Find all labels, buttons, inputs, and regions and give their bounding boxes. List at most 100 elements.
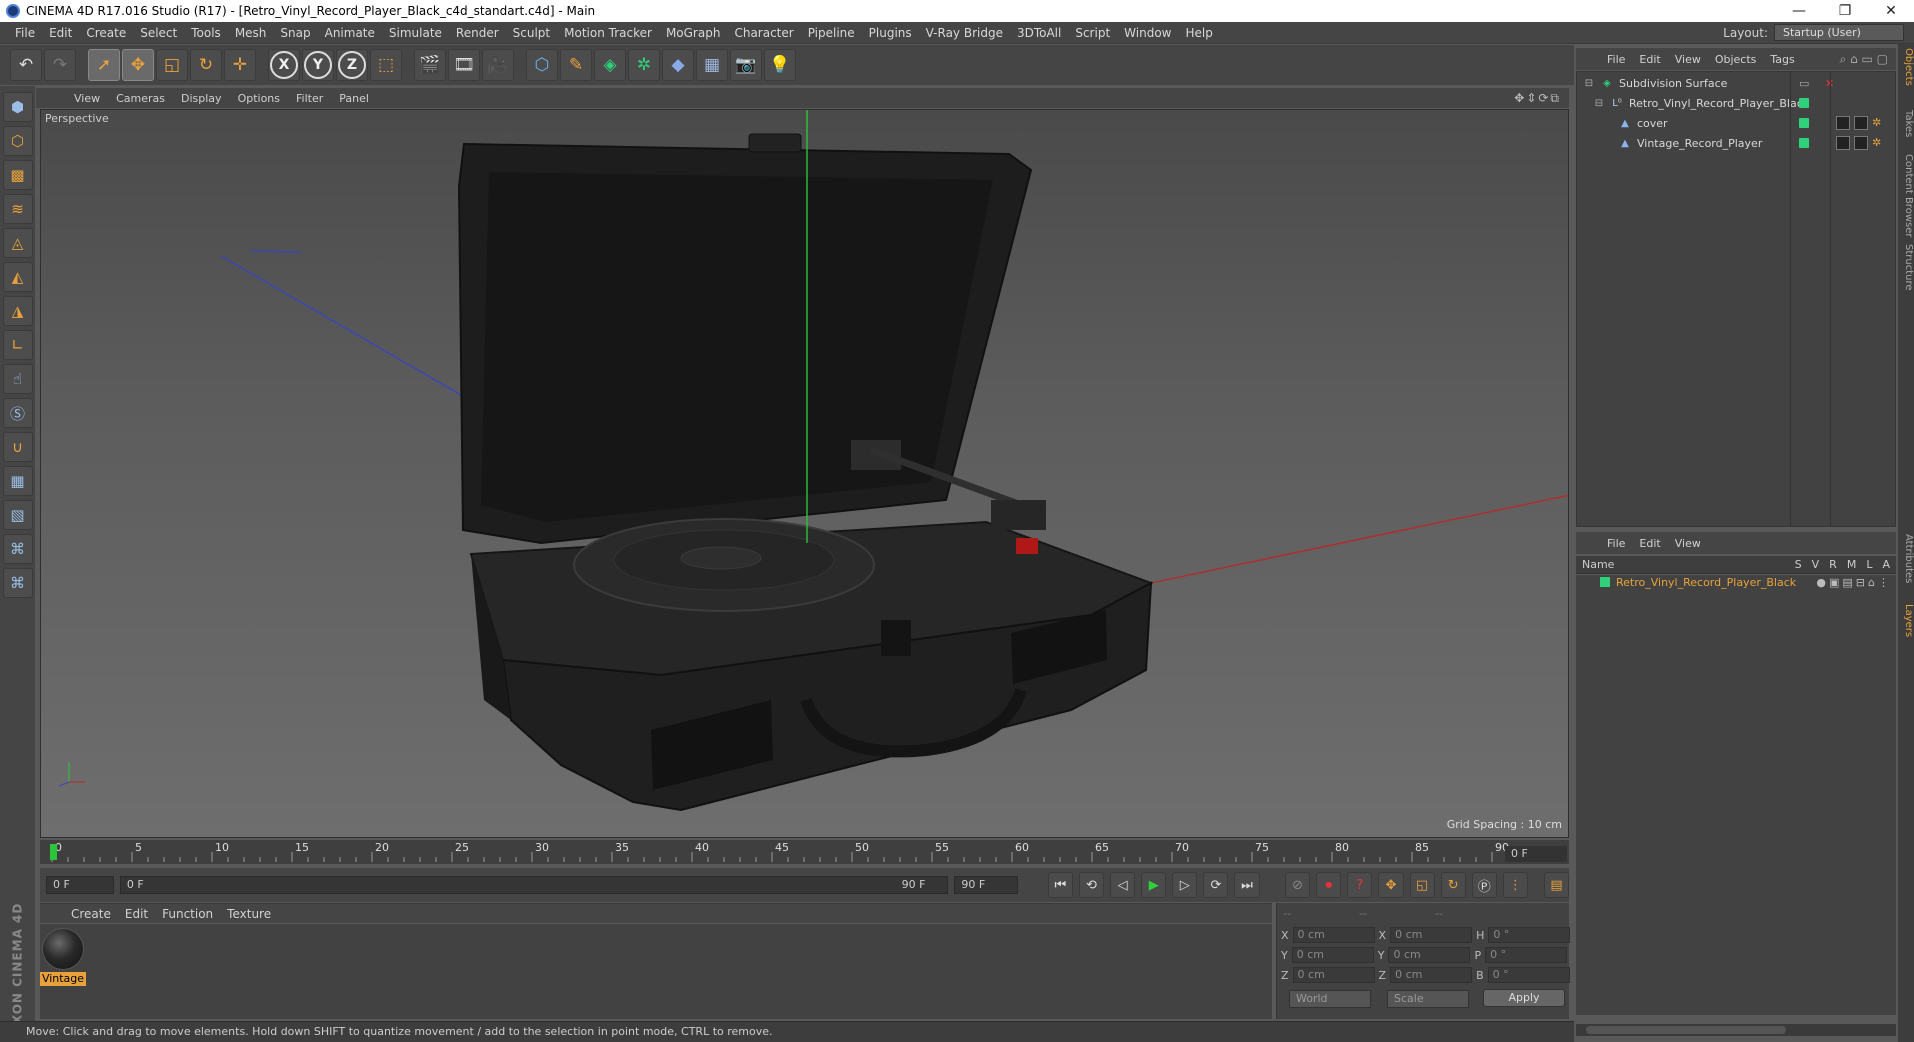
viewport-menu-panel[interactable]: Panel xyxy=(331,92,377,105)
next-key-icon[interactable]: ⟳ xyxy=(1203,872,1229,898)
apply-button[interactable]: Apply xyxy=(1483,989,1565,1007)
menu-window[interactable]: Window xyxy=(1117,26,1178,40)
object-row-vintage-record-player[interactable]: ▲ Vintage_Record_Player ✲ xyxy=(1577,134,1897,152)
model-mode-icon[interactable]: ⬡ xyxy=(2,126,33,156)
previous-key-icon[interactable]: ⟲ xyxy=(1078,872,1105,898)
pen-spline-icon[interactable]: ✎ xyxy=(560,49,592,81)
position-x-field[interactable]: 0 cm xyxy=(1292,927,1375,943)
material-manager-area[interactable] xyxy=(40,924,1272,1019)
object-menu-objects[interactable]: Objects xyxy=(1708,53,1764,66)
menu-simulate[interactable]: Simulate xyxy=(382,26,449,40)
material-menu-texture[interactable]: Texture xyxy=(220,907,278,921)
minimize-button[interactable]: — xyxy=(1776,0,1822,22)
make-editable-icon[interactable]: ⬢ xyxy=(2,92,33,122)
key-scale-icon[interactable]: ◱ xyxy=(1409,872,1435,898)
layout-select[interactable]: Startup (User) xyxy=(1774,24,1904,41)
tab-attributes[interactable]: Attributes xyxy=(1898,534,1914,583)
viewport-menu-filter[interactable]: Filter xyxy=(288,92,331,105)
layer-menu-view[interactable]: View xyxy=(1668,537,1708,550)
layer-col-locked[interactable]: L xyxy=(1866,558,1872,571)
record-key-disabled-icon[interactable]: ⊘ xyxy=(1285,872,1311,898)
tab-layers[interactable]: Layers xyxy=(1898,604,1914,637)
rotate-tool-icon[interactable]: ↻ xyxy=(190,49,222,81)
edges-mode-icon[interactable]: ◭ xyxy=(2,262,33,292)
layer-color-swatch[interactable] xyxy=(1600,577,1610,587)
rotation-p-field[interactable]: 0 ° xyxy=(1485,947,1568,963)
key-point-level-icon[interactable]: ⋮ xyxy=(1502,872,1528,898)
menu-pipeline[interactable]: Pipeline xyxy=(801,26,862,40)
menu-mograph[interactable]: MoGraph xyxy=(659,26,728,40)
material-tag-icon[interactable] xyxy=(1836,116,1850,130)
menu-snap[interactable]: Snap xyxy=(273,26,317,40)
x-axis-lock-icon[interactable]: X xyxy=(268,49,300,81)
redo-icon[interactable]: ↷ xyxy=(44,49,76,81)
horizontal-scrollbar[interactable] xyxy=(1576,1024,1896,1036)
layer-toggle-icons[interactable]: ●▣▤⊟⌂⋮ xyxy=(1816,576,1892,589)
python-icon[interactable]: ⌘ xyxy=(2,534,33,564)
polygons-mode-icon[interactable]: ◮ xyxy=(2,296,33,326)
menu-edit[interactable]: Edit xyxy=(42,26,79,40)
tab-takes[interactable]: Takes xyxy=(1898,110,1914,137)
rotation-b-field[interactable]: 0 ° xyxy=(1487,967,1570,983)
size-mode-select[interactable]: Scale xyxy=(1387,990,1469,1008)
material-preview-vintage[interactable] xyxy=(42,928,84,970)
layer-col-view[interactable]: V xyxy=(1812,558,1820,571)
solo-mode-icon[interactable]: Ⓢ xyxy=(2,398,33,428)
layer-col-manager[interactable]: M xyxy=(1847,558,1857,571)
material-menu-create[interactable]: Create xyxy=(64,907,118,921)
phong-tag-icon[interactable]: ✲ xyxy=(1872,136,1886,150)
size-z-field[interactable]: 0 cm xyxy=(1390,967,1473,983)
collapse-toggle-icon[interactable]: ⊟ xyxy=(1593,97,1605,109)
select-tool-icon[interactable]: ➚ xyxy=(88,49,120,81)
play-icon[interactable]: ▶ xyxy=(1141,872,1167,898)
subdivision-generator-icon[interactable]: ◈ xyxy=(594,49,626,81)
previous-frame-icon[interactable]: ◁ xyxy=(1110,872,1136,898)
rotation-h-field[interactable]: 0 ° xyxy=(1488,927,1571,943)
viewport-menu-view[interactable]: View xyxy=(66,92,108,105)
next-frame-icon[interactable]: ▷ xyxy=(1172,872,1198,898)
menu-sculpt[interactable]: Sculpt xyxy=(506,26,557,40)
viewport-menu-display[interactable]: Display xyxy=(173,92,230,105)
multi-tool-icon[interactable]: ✛ xyxy=(224,49,256,81)
go-to-end-icon[interactable]: ⏭ xyxy=(1234,872,1260,898)
python-script-icon[interactable]: ⌘ xyxy=(2,568,33,598)
tweak-mode-icon[interactable]: ☝ xyxy=(2,364,33,394)
viewport-navigation-icons[interactable]: ✥⇕⟳⧉ xyxy=(1514,91,1569,106)
menu-select[interactable]: Select xyxy=(133,26,184,40)
menu-tools[interactable]: Tools xyxy=(184,26,228,40)
deformer-icon[interactable]: ◆ xyxy=(662,49,694,81)
undo-icon[interactable]: ↶ xyxy=(10,49,42,81)
object-row-retro-vinyl[interactable]: ⊟ L⁰ Retro_Vinyl_Record_Player_Black xyxy=(1577,94,1897,112)
scrollbar-thumb[interactable] xyxy=(1586,1026,1786,1034)
texture-tag-icon[interactable] xyxy=(1854,116,1868,130)
array-generator-icon[interactable]: ✲ xyxy=(628,49,660,81)
key-position-icon[interactable]: ✥ xyxy=(1378,872,1404,898)
viewport-menu-cameras[interactable]: Cameras xyxy=(108,92,173,105)
collapse-toggle-icon[interactable]: ⊟ xyxy=(1583,77,1595,89)
frame-range-slider[interactable]: 0 F 90 F xyxy=(119,876,949,894)
snap-icon[interactable]: ∪ xyxy=(2,432,33,462)
object-menu-edit[interactable]: Edit xyxy=(1632,53,1667,66)
timeline-ruler[interactable]: 0 5 10 15 20 25 30 35 40 45 50 55 60 65 70 75 80 85 90 xyxy=(40,840,1569,864)
menu-character[interactable]: Character xyxy=(727,26,800,40)
tab-objects[interactable]: Objects xyxy=(1898,48,1914,86)
key-rotation-icon[interactable]: ↻ xyxy=(1440,872,1466,898)
go-to-start-icon[interactable]: ⏮ xyxy=(1047,872,1073,898)
menu-script[interactable]: Script xyxy=(1068,26,1117,40)
material-menu-edit[interactable]: Edit xyxy=(118,907,155,921)
menu-plugins[interactable]: Plugins xyxy=(862,26,919,40)
start-frame-field[interactable]: 0 F xyxy=(46,876,114,894)
layer-color-dot[interactable] xyxy=(1799,118,1809,128)
material-tag-icon[interactable] xyxy=(1836,136,1850,150)
render-settings-icon[interactable]: 🎥 xyxy=(482,49,514,81)
tab-structure[interactable]: Structure xyxy=(1898,244,1914,291)
object-row-cover[interactable]: ▲ cover ✲ xyxy=(1577,114,1897,132)
key-parameter-icon[interactable]: Ⓟ xyxy=(1471,872,1497,898)
cube-object-icon[interactable]: ⬡ xyxy=(526,49,558,81)
move-tool-icon[interactable]: ✥ xyxy=(122,49,154,81)
layer-col-render[interactable]: R xyxy=(1829,558,1837,571)
position-y-field[interactable]: 0 cm xyxy=(1291,947,1374,963)
menu-motion-tracker[interactable]: Motion Tracker xyxy=(557,26,659,40)
layer-menu-edit[interactable]: Edit xyxy=(1632,537,1667,550)
size-y-field[interactable]: 0 cm xyxy=(1388,947,1471,963)
